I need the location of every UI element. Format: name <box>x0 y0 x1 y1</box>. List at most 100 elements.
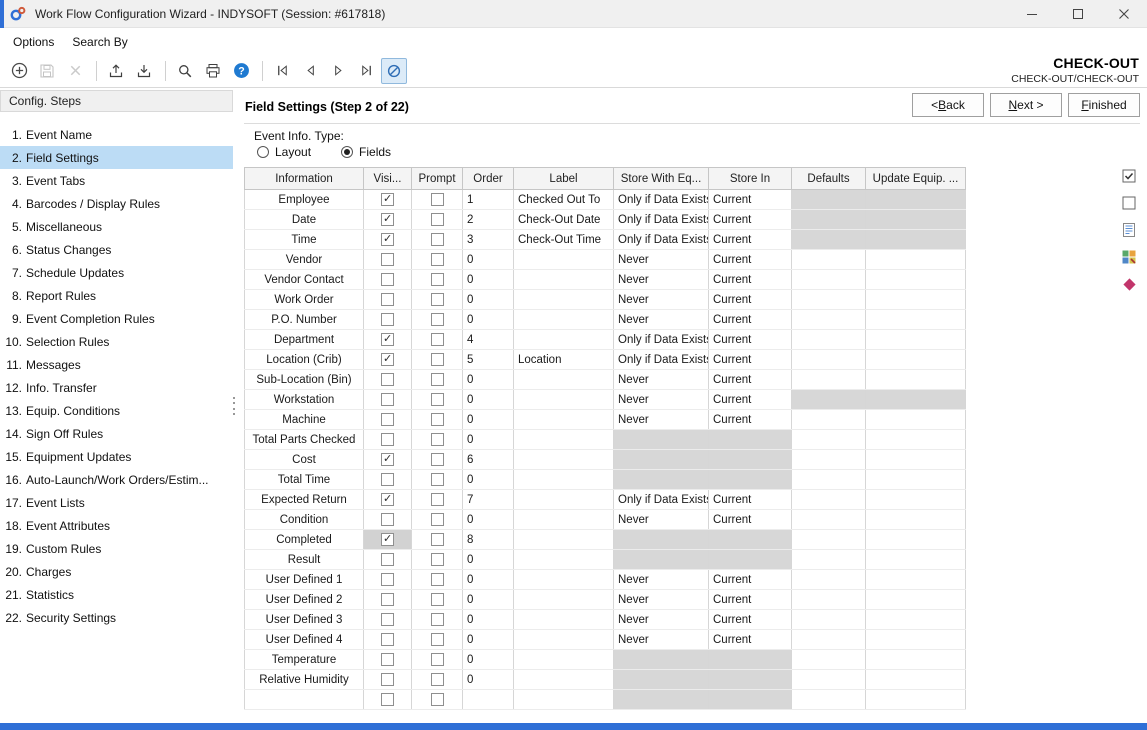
cell-store-in[interactable]: Current <box>709 250 792 270</box>
cell-label[interactable] <box>514 250 614 270</box>
cell-prompt[interactable] <box>412 370 463 390</box>
cell-label[interactable]: Checked Out To <box>514 190 614 210</box>
visible-checkbox[interactable] <box>381 493 394 506</box>
cell-information[interactable]: Relative Humidity <box>245 670 364 690</box>
visible-checkbox[interactable] <box>381 353 394 366</box>
cell-information[interactable]: Location (Crib) <box>245 350 364 370</box>
cell-update-equipment[interactable] <box>866 310 966 330</box>
cell-store-in[interactable]: Current <box>709 630 792 650</box>
minimize-button[interactable] <box>1009 0 1055 27</box>
cell-defaults[interactable] <box>792 610 866 630</box>
check-all-button[interactable] <box>1120 167 1138 185</box>
radio-layout[interactable]: Layout <box>257 145 311 159</box>
cell-store-with-equipment[interactable]: Never <box>614 570 709 590</box>
cell-update-equipment[interactable] <box>866 530 966 550</box>
sidebar-item-charges[interactable]: 20.Charges <box>0 560 233 583</box>
visible-checkbox[interactable] <box>381 273 394 286</box>
sidebar-item-event-lists[interactable]: 17.Event Lists <box>0 491 233 514</box>
cell-information[interactable]: Expected Return <box>245 490 364 510</box>
cell-prompt[interactable] <box>412 670 463 690</box>
cell-visible[interactable] <box>364 290 412 310</box>
cell-update-equipment[interactable] <box>866 510 966 530</box>
help-button[interactable]: ? <box>228 58 254 84</box>
cell-prompt[interactable] <box>412 310 463 330</box>
cell-store-with-equipment[interactable] <box>614 430 709 450</box>
cell-order[interactable]: 8 <box>463 530 514 550</box>
print-button[interactable] <box>200 58 226 84</box>
cell-store-in[interactable]: Current <box>709 210 792 230</box>
cell-update-equipment[interactable] <box>866 650 966 670</box>
cell-visible[interactable] <box>364 230 412 250</box>
cell-prompt[interactable] <box>412 610 463 630</box>
record-toggle-button[interactable] <box>381 58 407 84</box>
cell-order[interactable]: 0 <box>463 610 514 630</box>
cell-information[interactable]: Condition <box>245 510 364 530</box>
cell-prompt[interactable] <box>412 570 463 590</box>
cell-label[interactable] <box>514 310 614 330</box>
cell-order[interactable]: 0 <box>463 470 514 490</box>
diamond-button[interactable] <box>1120 275 1138 293</box>
prompt-checkbox[interactable] <box>431 673 444 686</box>
cell-store-in[interactable] <box>709 670 792 690</box>
cell-prompt[interactable] <box>412 550 463 570</box>
cell-store-with-equipment[interactable]: Never <box>614 590 709 610</box>
cell-update-equipment[interactable] <box>866 250 966 270</box>
cell-defaults[interactable] <box>792 270 866 290</box>
sidebar-item-info-transfer[interactable]: 12.Info. Transfer <box>0 376 233 399</box>
cell-store-in[interactable]: Current <box>709 370 792 390</box>
cell-prompt[interactable] <box>412 210 463 230</box>
visible-checkbox[interactable] <box>381 193 394 206</box>
menu-item-search-by[interactable]: Search By <box>63 31 136 53</box>
splitter-grip[interactable] <box>231 395 236 417</box>
column-header-store-in[interactable]: Store In <box>709 168 792 190</box>
visible-checkbox[interactable] <box>381 373 394 386</box>
prompt-checkbox[interactable] <box>431 533 444 546</box>
cell-defaults[interactable] <box>792 530 866 550</box>
sidebar-item-report-rules[interactable]: 8.Report Rules <box>0 284 233 307</box>
cell-information[interactable]: Total Parts Checked <box>245 430 364 450</box>
sidebar-item-event-tabs[interactable]: 3.Event Tabs <box>0 169 233 192</box>
cell-update-equipment[interactable] <box>866 270 966 290</box>
visible-checkbox[interactable] <box>381 673 394 686</box>
cell-visible[interactable] <box>364 610 412 630</box>
cell-store-with-equipment[interactable]: Only if Data Exists <box>614 350 709 370</box>
cell-defaults[interactable] <box>792 490 866 510</box>
cell-store-with-equipment[interactable]: Never <box>614 610 709 630</box>
cell-visible[interactable] <box>364 270 412 290</box>
cell-label[interactable] <box>514 470 614 490</box>
prompt-checkbox[interactable] <box>431 313 444 326</box>
prompt-checkbox[interactable] <box>431 493 444 506</box>
prompt-checkbox[interactable] <box>431 473 444 486</box>
cell-defaults[interactable] <box>792 590 866 610</box>
cell-information[interactable]: Vendor <box>245 250 364 270</box>
prompt-checkbox[interactable] <box>431 193 444 206</box>
cell-information[interactable]: Time <box>245 230 364 250</box>
prompt-checkbox[interactable] <box>431 553 444 566</box>
cell-order[interactable]: 0 <box>463 650 514 670</box>
cell-store-with-equipment[interactable]: Never <box>614 270 709 290</box>
cell-order[interactable]: 0 <box>463 630 514 650</box>
cell-defaults[interactable] <box>792 690 866 710</box>
cell-update-equipment[interactable] <box>866 190 966 210</box>
cell-store-with-equipment[interactable] <box>614 650 709 670</box>
cell-defaults[interactable] <box>792 190 866 210</box>
cell-label[interactable] <box>514 410 614 430</box>
cell-information[interactable]: Department <box>245 330 364 350</box>
cell-information[interactable]: User Defined 4 <box>245 630 364 650</box>
cell-label[interactable] <box>514 430 614 450</box>
cell-label[interactable] <box>514 370 614 390</box>
cell-visible[interactable] <box>364 350 412 370</box>
cell-store-in[interactable] <box>709 470 792 490</box>
cell-store-in[interactable]: Current <box>709 510 792 530</box>
cell-visible[interactable] <box>364 530 412 550</box>
sidebar-item-statistics[interactable]: 21.Statistics <box>0 583 233 606</box>
visible-checkbox[interactable] <box>381 533 394 546</box>
cell-visible[interactable] <box>364 190 412 210</box>
cell-update-equipment[interactable] <box>866 590 966 610</box>
cell-information[interactable]: Vendor Contact <box>245 270 364 290</box>
cell-store-in[interactable]: Current <box>709 190 792 210</box>
nav-last-button[interactable] <box>353 58 379 84</box>
cell-visible[interactable] <box>364 510 412 530</box>
cell-label[interactable] <box>514 270 614 290</box>
prompt-checkbox[interactable] <box>431 253 444 266</box>
